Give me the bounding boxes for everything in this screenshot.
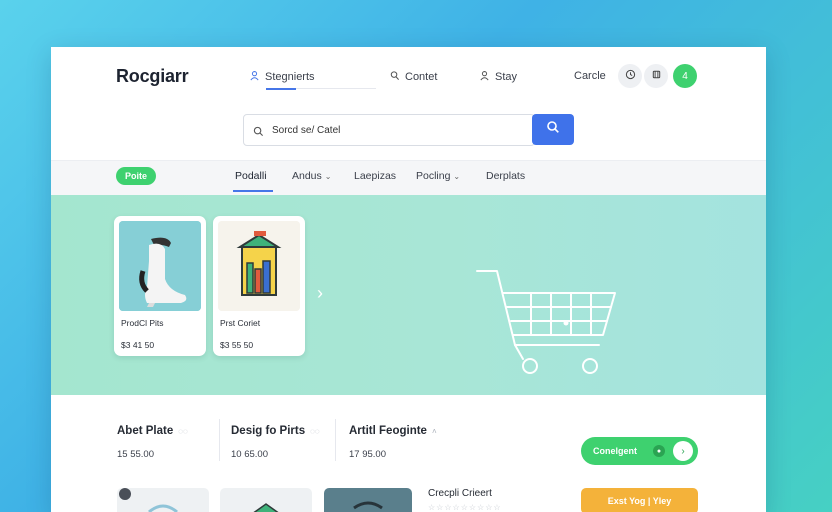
thumbnail[interactable] (324, 488, 412, 512)
clock-button[interactable] (618, 64, 642, 88)
product-card[interactable]: Prst Coriet $3 55 50 (213, 216, 305, 356)
toggle-icon: ◌◌ (310, 426, 320, 436)
tag-icon (651, 69, 662, 83)
nav-label: Stegnierts (265, 71, 315, 83)
toggle-icon: ◌◌ (178, 426, 188, 436)
product-thumbnail-icon (253, 503, 279, 512)
product-title: Crecpli Crieert (428, 488, 492, 499)
product-name: Prst Coriet (220, 318, 261, 328)
nav-stegnierts[interactable]: Stegnierts (249, 70, 315, 84)
stat-label: Abet Plate (117, 425, 174, 437)
category-andus[interactable]: Andus ⌄ (292, 170, 331, 182)
category-label: Pocling (416, 170, 451, 182)
indicator-dot (119, 488, 131, 500)
nav-active-indicator (266, 88, 296, 90)
product-name: ProdCl Pits (121, 318, 164, 328)
category-bar (51, 160, 766, 196)
stat-value: 17 95.00 (349, 449, 386, 460)
category-laepizas[interactable]: Laepizas (354, 170, 396, 182)
plus-icon: 4 (682, 70, 688, 82)
tag-button[interactable] (644, 64, 668, 88)
arrow-right-icon: › (673, 441, 693, 461)
chevron-down-icon: ⌄ (324, 172, 332, 181)
search-person-icon (389, 70, 400, 84)
nav-label: Contet (405, 71, 438, 83)
search-button[interactable] (532, 114, 574, 145)
product-price: $3 55 50 (220, 340, 254, 350)
cart-link[interactable]: Carcle (574, 70, 606, 82)
divider (335, 419, 336, 461)
search-bar (243, 114, 535, 146)
search-icon (253, 124, 264, 142)
category-pocling[interactable]: Pocling ⌄ (416, 170, 460, 182)
plus-button[interactable]: 4 (673, 64, 697, 88)
user-icon (479, 70, 490, 84)
category-active-indicator (233, 190, 273, 192)
nav-contet[interactable]: Contet (389, 70, 437, 84)
chevron-down-icon: ⌄ (453, 172, 461, 181)
stat-label: Desig fo Pirts (231, 425, 306, 437)
thumbnail[interactable] (220, 488, 312, 512)
category-label: Andus (292, 170, 322, 182)
category-podalli[interactable]: Podalli (235, 170, 267, 182)
caret-up-icon: ˄ (431, 426, 437, 436)
product-image-shoe (119, 221, 201, 311)
product-price: $3 41 50 (121, 340, 155, 350)
shopping-cart-icon (476, 270, 616, 374)
brand-logo[interactable]: Rocgiarr (116, 66, 189, 87)
product-image-house (218, 221, 300, 311)
category-derplats[interactable]: Derplats (486, 170, 525, 182)
stat-title: Artitl Feoginte ˄ (349, 425, 437, 437)
primary-cta-button[interactable]: Conelgent ● › (581, 437, 698, 465)
clock-icon (625, 69, 636, 83)
cta-label: Conelgent (593, 446, 637, 456)
promo-badge[interactable]: Poite (116, 167, 156, 185)
stat-value: 10 65.00 (231, 449, 268, 460)
carousel-next-icon[interactable]: › (317, 283, 323, 304)
stat-title: Desig fo Pirts ◌◌ (231, 425, 320, 437)
secondary-cta-button[interactable]: Exst Yog | Yley (581, 488, 698, 512)
stat-value: 15 55.00 (117, 449, 154, 460)
app-window: Rocgiarr Stegnierts Contet Stay Carcle 4 (51, 47, 766, 512)
magnifier-icon (546, 120, 560, 139)
rating-stars: ☆☆☆☆☆☆☆☆☆ (428, 503, 502, 512)
product-card[interactable]: ProdCl Pits $3 41 50 (114, 216, 206, 356)
check-icon: ● (653, 445, 665, 457)
person-icon (249, 70, 260, 84)
search-input[interactable] (270, 123, 524, 137)
divider (219, 419, 220, 461)
product-thumbnail-icon (353, 501, 383, 510)
stat-label: Artitl Feoginte (349, 425, 427, 437)
nav-stay[interactable]: Stay (479, 70, 517, 84)
shoe-icon (119, 221, 201, 311)
nav-label: Stay (495, 71, 518, 83)
stat-title: Abet Plate ◌◌ (117, 425, 188, 437)
house-icon (218, 221, 300, 311)
